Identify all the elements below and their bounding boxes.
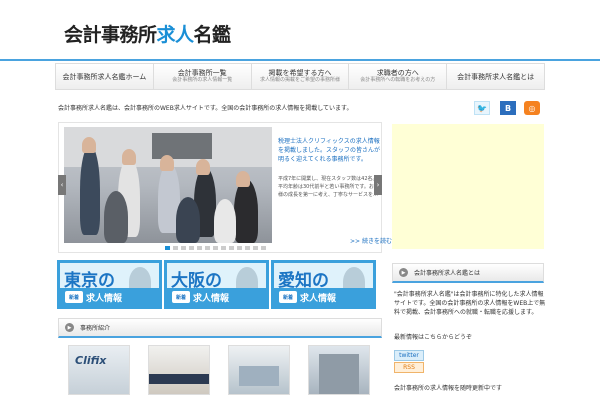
office-thumbnail[interactable]: [308, 345, 370, 395]
site-header: 会計事務所求人名鑑: [0, 0, 600, 61]
about-description: "会計事務所求人名鑑"は会計事務所に特化した求人情報サイトです。全国の会計事務所…: [394, 291, 546, 316]
pagination-dot[interactable]: [221, 246, 226, 250]
rss-icon[interactable]: ◎: [524, 101, 540, 115]
play-icon: ▶: [399, 268, 408, 277]
header-divider: [0, 59, 600, 61]
pagination-dot[interactable]: [205, 246, 210, 250]
pagination-dot[interactable]: [165, 246, 170, 250]
pagination-dot[interactable]: [197, 246, 202, 250]
advertisement-space[interactable]: [392, 124, 544, 249]
section-label: 会計事務所求人名鑑とは: [414, 270, 481, 277]
slider-prev-arrow[interactable]: ‹: [58, 175, 66, 195]
twitter-follow-button[interactable]: twitter: [394, 350, 424, 361]
region-label: 求人情報: [193, 294, 230, 304]
nav-label: 求職者の方へ: [376, 69, 419, 77]
slider-next-arrow[interactable]: ›: [374, 175, 382, 195]
new-badge: 新着: [65, 291, 83, 303]
new-badge: 新着: [172, 291, 190, 303]
office-thumbnail[interactable]: [228, 345, 290, 395]
pagination-dot[interactable]: [189, 246, 194, 250]
about-section-header: ▶ 会計事務所求人名鑑とは: [392, 263, 544, 283]
new-badge: 新着: [279, 291, 297, 303]
staff-group-photo[interactable]: [64, 127, 272, 243]
intro-text: 会計事務所求人名鑑は、会計事務所のWEB求人サイトです。全国の会計事務所の求人情…: [58, 105, 353, 112]
logo-prefix: 会計事務所: [64, 24, 157, 46]
slide-title[interactable]: 税理士法人クリフィックスの求人情報を掲載しました。スタッフの皆さんが明るく迎えて…: [278, 137, 380, 164]
nav-label: 掲載を希望する方へ: [268, 69, 332, 77]
pagination-dot[interactable]: [253, 246, 258, 250]
pagination-dot[interactable]: [237, 246, 242, 250]
nav-label: 会計事務所求人名鑑とは: [457, 72, 535, 81]
sidebar-footer-text: 会計事務所の求人情報を随時更新中です: [394, 385, 503, 392]
clifix-logo-image: Clifix: [75, 354, 107, 367]
play-icon: ▶: [65, 323, 74, 332]
main-nav: 会計事務所求人名鑑ホーム 会計事務所一覧 会計事務所の求人情報一覧 掲載を希望する…: [55, 63, 545, 90]
pagination-dot[interactable]: [245, 246, 250, 250]
region-banner-aichi[interactable]: 愛知の 新着 求人情報: [271, 260, 376, 309]
nav-sublabel: 会計事務所の求人情報一覧: [172, 77, 233, 83]
nav-sublabel: 会計事務所への転職をお考えの方: [360, 77, 436, 83]
pagination-dot[interactable]: [261, 246, 266, 250]
region-label: 求人情報: [300, 294, 337, 304]
follow-text: 最新情報はこちらからどうぞ: [394, 334, 473, 341]
rss-subscribe-button[interactable]: RSS: [394, 362, 424, 373]
region-banner-osaka[interactable]: 大阪の 新着 求人情報: [164, 260, 269, 309]
nav-sublabel: 求人情報の掲載をご希望の事務所様: [259, 77, 340, 83]
region-label: 求人情報: [86, 294, 123, 304]
nav-label: 会計事務所求人名鑑ホーム: [62, 72, 147, 81]
photos-section-header: ▶ 事務所紹介: [58, 318, 382, 338]
nav-item-firm-list[interactable]: 会計事務所一覧 会計事務所の求人情報一覧: [153, 64, 252, 89]
office-thumbnail[interactable]: [148, 345, 210, 395]
nav-item-for-jobseekers[interactable]: 求職者の方へ 会計事務所への転職をお考えの方: [349, 64, 448, 89]
hatena-bookmark-icon[interactable]: B: [500, 101, 516, 115]
section-label: 事務所紹介: [80, 325, 111, 332]
nav-label: 会計事務所一覧: [177, 69, 227, 77]
pagination-dot[interactable]: [173, 246, 178, 250]
region-banners: 東京の 新着 求人情報 大阪の 新着 求人情報 愛知の 新着 求人情報: [57, 260, 376, 309]
twitter-icon[interactable]: 🐦: [474, 101, 490, 115]
featured-slider: 税理士法人クリフィックスの求人情報を掲載しました。スタッフの皆さんが明るく迎えて…: [58, 122, 392, 253]
slide-body: 平成7年に開業し、現在スタッフ数は42名。平均年齢は30代前半と若い事務所です。…: [278, 176, 379, 198]
logo-accent: 求人: [156, 24, 195, 46]
logo-suffix: 名鑑: [193, 24, 232, 46]
site-logo[interactable]: 会計事務所求人名鑑: [64, 20, 231, 47]
nav-item-about[interactable]: 会計事務所求人名鑑とは: [447, 64, 544, 89]
slider-pagination: [165, 246, 266, 250]
region-banner-tokyo[interactable]: 東京の 新着 求人情報: [57, 260, 162, 309]
pagination-dot[interactable]: [229, 246, 234, 250]
read-more-link[interactable]: >> 続きを読む: [350, 236, 392, 245]
pagination-dot[interactable]: [213, 246, 218, 250]
nav-item-for-employers[interactable]: 掲載を希望する方へ 求人情報の掲載をご希望の事務所様: [251, 64, 350, 89]
pagination-dot[interactable]: [181, 246, 186, 250]
office-thumbnail[interactable]: Clifix: [68, 345, 130, 395]
nav-item-home[interactable]: 会計事務所求人名鑑ホーム: [56, 64, 154, 89]
